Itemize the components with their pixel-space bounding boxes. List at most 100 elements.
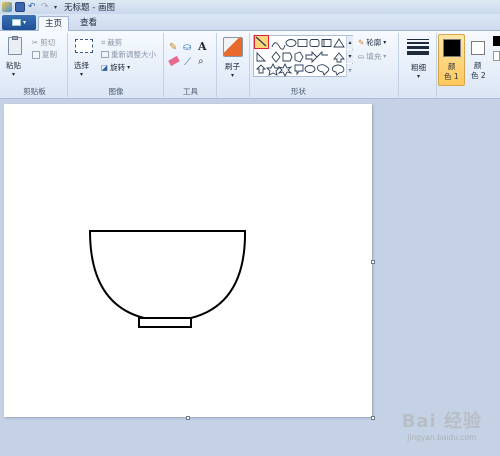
chevron-down-icon: ▾ [348,53,352,60]
tools-group: ✎ ⛀ A ⟋ ⌕ 工具 [165,33,217,97]
chevron-down-icon: ▾ [79,71,83,78]
chevron-up-icon: ▴ [348,39,352,46]
pencil-button[interactable]: ✎ [169,42,177,53]
copy-icon [32,50,40,59]
clipboard-group-label: 剪贴板 [23,87,46,96]
chevron-down-icon: ▾ [230,72,234,79]
resize-button[interactable]: 重新调整大小 [101,49,156,60]
paint-app-icon[interactable] [2,2,12,12]
fill-label: 填充 [366,52,382,61]
size-button[interactable]: 粗细 ▾ [411,62,426,80]
shapes-group-label: 形状 [291,87,306,96]
file-menu-button[interactable]: ▾ [2,15,36,30]
color1-swatch [443,39,461,57]
color2-swatch [471,41,485,55]
quick-access-dropdown-icon[interactable]: ▾ [54,4,57,11]
chevron-down-icon: ▾ [416,73,420,80]
line-shape-selected[interactable] [254,35,269,49]
fill-shape-button[interactable]: ⛀ 填充 ▾ [358,51,386,62]
palette-swatch[interactable] [493,36,500,46]
copy-label: 复制 [42,50,57,59]
watermark-brand: Bai 经验 [401,411,482,432]
shapes-expand[interactable]: ▿ [346,64,353,77]
paste-label: 粘贴 [6,61,21,70]
select-icon[interactable] [75,39,93,53]
ribbon: 粘贴 ▾ ✂ 剪切 复制 剪贴板 选择 ▾ ⌗ 裁剪 重新调整大小 ◪ 旋转 ▾… [0,31,500,99]
chevron-down-icon: ▾ [127,64,131,71]
eyedropper-icon: ⟋ [184,57,191,68]
color-picker-button[interactable]: ⟋ [184,57,191,68]
eraser-button[interactable] [168,55,180,67]
scissors-icon: ✂ [32,38,39,47]
paint-bucket-icon: ⛀ [183,42,192,53]
chevron-down-icon: ▾ [383,39,387,46]
drawing-canvas[interactable] [4,104,372,417]
brush-icon[interactable] [223,37,243,57]
redo-icon[interactable]: ↷ [41,2,51,12]
select-label: 选择 [74,61,89,70]
expand-icon: ▿ [348,67,352,74]
ribbon-tabs: ▾ 主页 查看 [0,14,500,31]
text-button[interactable]: A [198,40,207,53]
crop-label: 裁剪 [107,38,123,47]
file-menu-icon [11,19,21,26]
title-bar: ↶ ↷ ▾ 无标题 - 画图 [0,0,500,14]
paste-icon[interactable] [8,36,22,55]
image-group: 选择 ▾ ⌗ 裁剪 重新调整大小 ◪ 旋转 ▾ 图像 [69,33,164,97]
fill-button[interactable]: ⛀ [183,42,191,53]
text-icon: A [198,40,207,53]
canvas-resize-handle-corner[interactable] [371,416,375,420]
line-icon [255,36,267,47]
color2-button[interactable]: 颜 色 2 [467,34,491,86]
save-icon[interactable] [15,2,25,12]
shapes-gallery-icons[interactable] [254,36,354,78]
crop-button[interactable]: ⌗ 裁剪 [101,37,122,48]
palette-swatch[interactable] [493,51,500,61]
color1-label-b: 色 1 [444,72,459,81]
paste-button[interactable]: 粘贴 ▾ [6,60,21,78]
tools-group-label: 工具 [183,87,198,96]
rotate-label: 旋转 [110,63,126,72]
rotate-button[interactable]: ◪ 旋转 ▾ [101,62,130,73]
watermark-url: jingyan.baidu.com [407,433,477,442]
crop-icon: ⌗ [101,37,106,47]
canvas-resize-handle-right[interactable] [371,260,375,264]
pencil-icon: ✎ [169,42,178,53]
resize-label: 重新调整大小 [111,50,156,59]
resize-icon [101,51,109,58]
tab-view[interactable]: 查看 [74,16,103,31]
shapes-scroll-up[interactable]: ▴ [346,36,353,49]
color2-label-b: 色 2 [471,71,486,80]
canvas-resize-handle-bottom[interactable] [186,416,190,420]
size-label: 粗细 [411,63,426,72]
watermark: Bai 经验 jingyan.baidu.com [402,407,482,442]
size-group: 粗细 ▾ [400,33,437,97]
chevron-down-icon: ▾ [22,19,26,26]
magnifier-button[interactable]: ⌕ [198,56,204,67]
shapes-scroll-down[interactable]: ▾ [346,50,353,63]
clipboard-group: 粘贴 ▾ ✂ 剪切 复制 剪贴板 [2,33,68,97]
brushes-label: 刷子 [225,62,240,71]
bowl-drawing [88,230,247,328]
magnifier-icon: ⌕ [198,56,204,67]
outline-icon: ✎ [358,38,365,47]
color1-button[interactable]: 颜 色 1 [438,34,465,86]
image-group-label: 图像 [108,87,124,96]
tab-home[interactable]: 主页 [38,16,70,31]
chevron-down-icon: ▾ [11,71,15,78]
select-button[interactable]: 选择 ▾ [74,60,89,78]
cut-button[interactable]: ✂ 剪切 [32,37,55,48]
eraser-icon [168,55,180,67]
cut-label: 剪切 [40,38,56,47]
fill-icon: ⛀ [358,52,365,61]
outline-button[interactable]: ✎ 轮廓 ▾ [358,37,386,48]
brushes-button[interactable]: 刷子 ▾ [225,61,240,79]
brushes-group: 刷子 ▾ [218,33,250,97]
rotate-icon: ◪ [101,63,109,72]
window-title: 无标题 - 画图 [64,3,115,13]
outline-label: 轮廓 [366,38,382,47]
line-size-icon[interactable] [407,39,429,55]
copy-button[interactable]: 复制 [32,49,57,60]
chevron-down-icon: ▾ [383,53,387,60]
undo-icon[interactable]: ↶ [28,2,38,12]
